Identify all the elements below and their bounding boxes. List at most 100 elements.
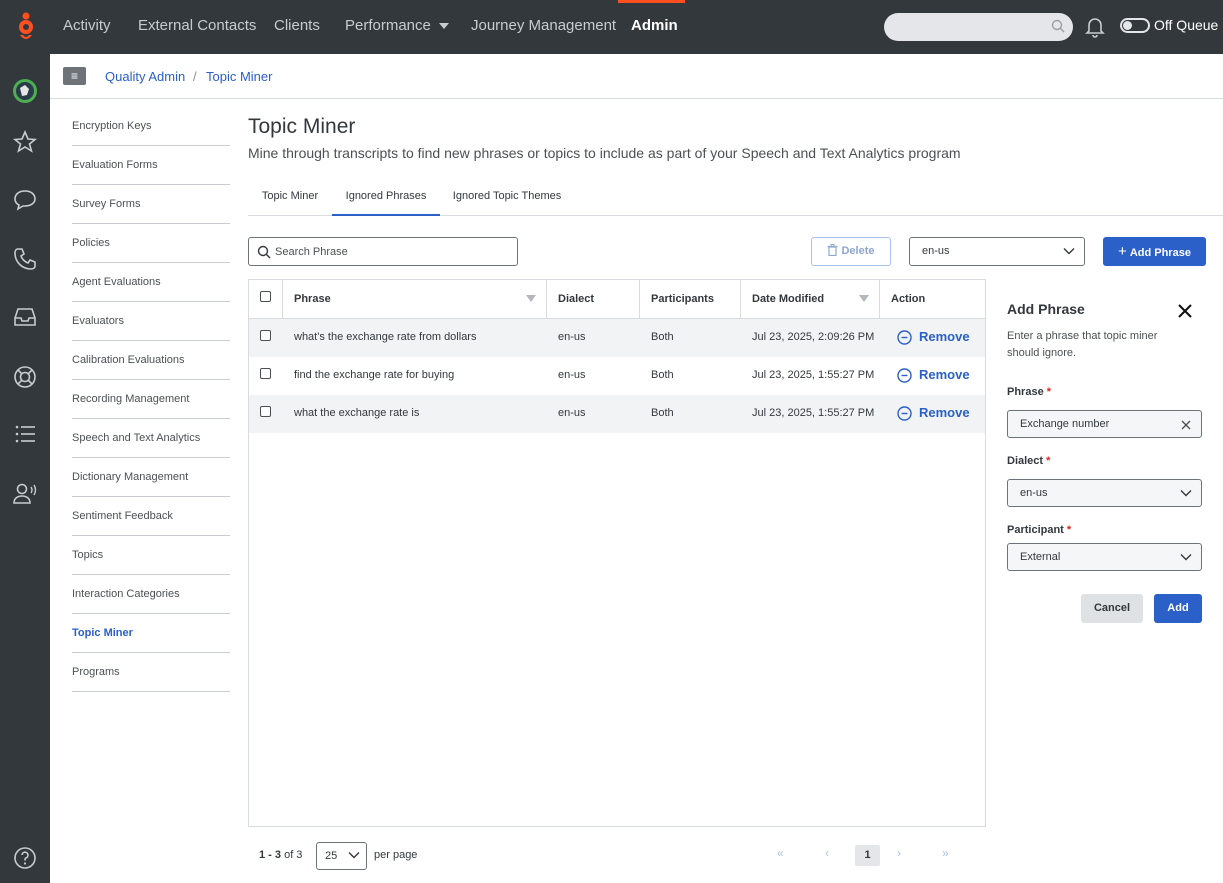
add-button[interactable]: Add — [1154, 594, 1202, 623]
row-checkbox[interactable] — [260, 368, 271, 379]
subnav-sentiment-feedback[interactable]: Sentiment Feedback — [72, 497, 230, 536]
inbox-icon[interactable] — [12, 304, 38, 330]
remove-button[interactable]: Remove — [897, 395, 982, 433]
close-icon[interactable] — [1176, 302, 1194, 320]
cell-participants: Both — [651, 407, 674, 419]
nav-performance[interactable]: Performance — [345, 0, 449, 54]
remove-button[interactable]: Remove — [897, 357, 982, 395]
menu-toggle-button[interactable]: ≡ — [63, 67, 86, 85]
list-icon[interactable] — [12, 421, 38, 447]
help-icon[interactable] — [12, 845, 38, 871]
nav-external-contacts[interactable]: External Contacts — [138, 0, 256, 54]
genesys-logo-icon[interactable] — [14, 11, 38, 43]
remove-label: Remove — [919, 367, 970, 382]
ignored-phrases-table: Phrase Dialect Participants Date Modifie… — [248, 279, 986, 827]
tab-topic-miner[interactable]: Topic Miner — [248, 178, 332, 216]
cancel-button[interactable]: Cancel — [1081, 594, 1143, 623]
subnav-topics[interactable]: Topics — [72, 536, 230, 575]
cell-phrase: what the exchange rate is — [294, 407, 420, 419]
last-page-button[interactable]: » — [942, 846, 949, 860]
header-dialect: Dialect — [547, 280, 640, 319]
sort-icon[interactable] — [526, 295, 536, 302]
cell-date-modified: Jul 23, 2025, 1:55:27 PM — [752, 407, 875, 419]
subnav-agent-evaluations[interactable]: Agent Evaluations — [72, 263, 230, 302]
add-phrase-label: Add Phrase — [1129, 247, 1191, 259]
breadcrumb-topic-miner[interactable]: Topic Miner — [206, 69, 272, 84]
dialect-field-label: Dialect * — [1007, 455, 1050, 467]
queue-toggle[interactable] — [1120, 18, 1150, 33]
minus-circle-icon — [897, 330, 912, 345]
remove-label: Remove — [919, 329, 970, 344]
select-all-checkbox[interactable] — [260, 291, 271, 302]
row-checkbox[interactable] — [260, 330, 271, 341]
delete-button[interactable]: Delete — [811, 237, 891, 266]
nav-clients[interactable]: Clients — [274, 0, 320, 54]
next-page-button[interactable]: › — [897, 846, 901, 860]
per-page-select[interactable]: 25 — [316, 842, 367, 870]
avatar-globe-icon[interactable] — [12, 78, 38, 104]
nav-admin[interactable]: Admin — [631, 0, 678, 54]
clear-icon[interactable] — [1180, 419, 1192, 431]
participant-select[interactable]: External — [1007, 543, 1202, 571]
trash-icon — [827, 244, 838, 257]
per-page-value: 25 — [325, 850, 338, 862]
dialect-filter-select[interactable]: en-us — [909, 237, 1085, 266]
add-phrase-button[interactable]: + Add Phrase — [1103, 237, 1206, 266]
subnav-policies[interactable]: Policies — [72, 224, 230, 263]
subnav-dictionary-management[interactable]: Dictionary Management — [72, 458, 230, 497]
subnav-calibration-evaluations[interactable]: Calibration Evaluations — [72, 341, 230, 380]
sort-icon[interactable] — [859, 295, 869, 302]
subnav-evaluators[interactable]: Evaluators — [72, 302, 230, 341]
search-icon — [1051, 19, 1065, 33]
subnav-encryption-keys[interactable]: Encryption Keys — [72, 107, 230, 146]
chat-icon[interactable] — [12, 187, 38, 213]
global-search-input[interactable] — [884, 13, 1073, 41]
top-nav-bar: Activity External Contacts Clients Perfo… — [0, 0, 1223, 54]
search-phrase-input[interactable]: Search Phrase — [248, 237, 518, 266]
remove-button[interactable]: Remove — [897, 319, 982, 357]
person-voice-icon[interactable] — [12, 481, 38, 507]
subnav-survey-forms[interactable]: Survey Forms — [72, 185, 230, 224]
delete-label: Delete — [841, 245, 875, 257]
dialect-select[interactable]: en-us — [1007, 479, 1202, 507]
breadcrumb-quality-admin[interactable]: Quality Admin — [105, 69, 185, 84]
cell-participants: Both — [651, 369, 674, 381]
prev-page-button[interactable]: ‹ — [825, 846, 829, 860]
phrase-input[interactable]: Exchange number — [1007, 410, 1202, 438]
subnav-recording-management[interactable]: Recording Management — [72, 380, 230, 419]
current-page-button[interactable]: 1 — [855, 845, 880, 866]
tab-ignored-phrases[interactable]: Ignored Phrases — [332, 178, 440, 216]
breadcrumb: ≡ Quality Admin / Topic Miner — [50, 54, 1223, 99]
subnav-topic-miner[interactable]: Topic Miner — [72, 614, 230, 653]
bell-icon[interactable] — [1085, 16, 1105, 38]
subnav-speech-text-analytics[interactable]: Speech and Text Analytics — [72, 419, 230, 458]
chevron-down-icon — [348, 852, 360, 859]
chevron-down-icon — [1180, 490, 1192, 497]
subnav-programs[interactable]: Programs — [72, 653, 230, 692]
add-phrase-description: Enter a phrase that topic miner should i… — [1007, 330, 1158, 359]
nav-journey-management[interactable]: Journey Management — [471, 0, 616, 54]
row-checkbox[interactable] — [260, 406, 271, 417]
phone-icon[interactable] — [12, 246, 38, 272]
toggle-knob — [1123, 21, 1132, 30]
tab-bar: Topic Miner Ignored Phrases Ignored Topi… — [248, 178, 1223, 216]
lifebuoy-icon[interactable] — [12, 364, 38, 390]
star-icon[interactable] — [12, 129, 38, 155]
cell-dialect: en-us — [558, 331, 586, 343]
cell-dialect: en-us — [558, 407, 586, 419]
tab-ignored-topic-themes[interactable]: Ignored Topic Themes — [440, 178, 574, 216]
first-page-button[interactable]: « — [777, 846, 784, 860]
dialect-label-text: Dialect — [1007, 455, 1044, 467]
search-icon — [257, 245, 271, 259]
table-row: what's the exchange rate from dollars en… — [249, 319, 985, 357]
chevron-down-icon — [1063, 248, 1075, 255]
cell-date-modified: Jul 23, 2025, 2:09:26 PM — [752, 331, 875, 343]
subnav-interaction-categories[interactable]: Interaction Categories — [72, 575, 230, 614]
pagination-summary: 1 - 3 of 3 — [259, 849, 302, 861]
cell-participants: Both — [651, 331, 674, 343]
header-phrase[interactable]: Phrase — [283, 280, 547, 319]
nav-activity[interactable]: Activity — [63, 0, 111, 54]
breadcrumb-separator: / — [193, 69, 197, 84]
subnav-evaluation-forms[interactable]: Evaluation Forms — [72, 146, 230, 185]
header-date-modified[interactable]: Date Modified — [741, 280, 880, 319]
